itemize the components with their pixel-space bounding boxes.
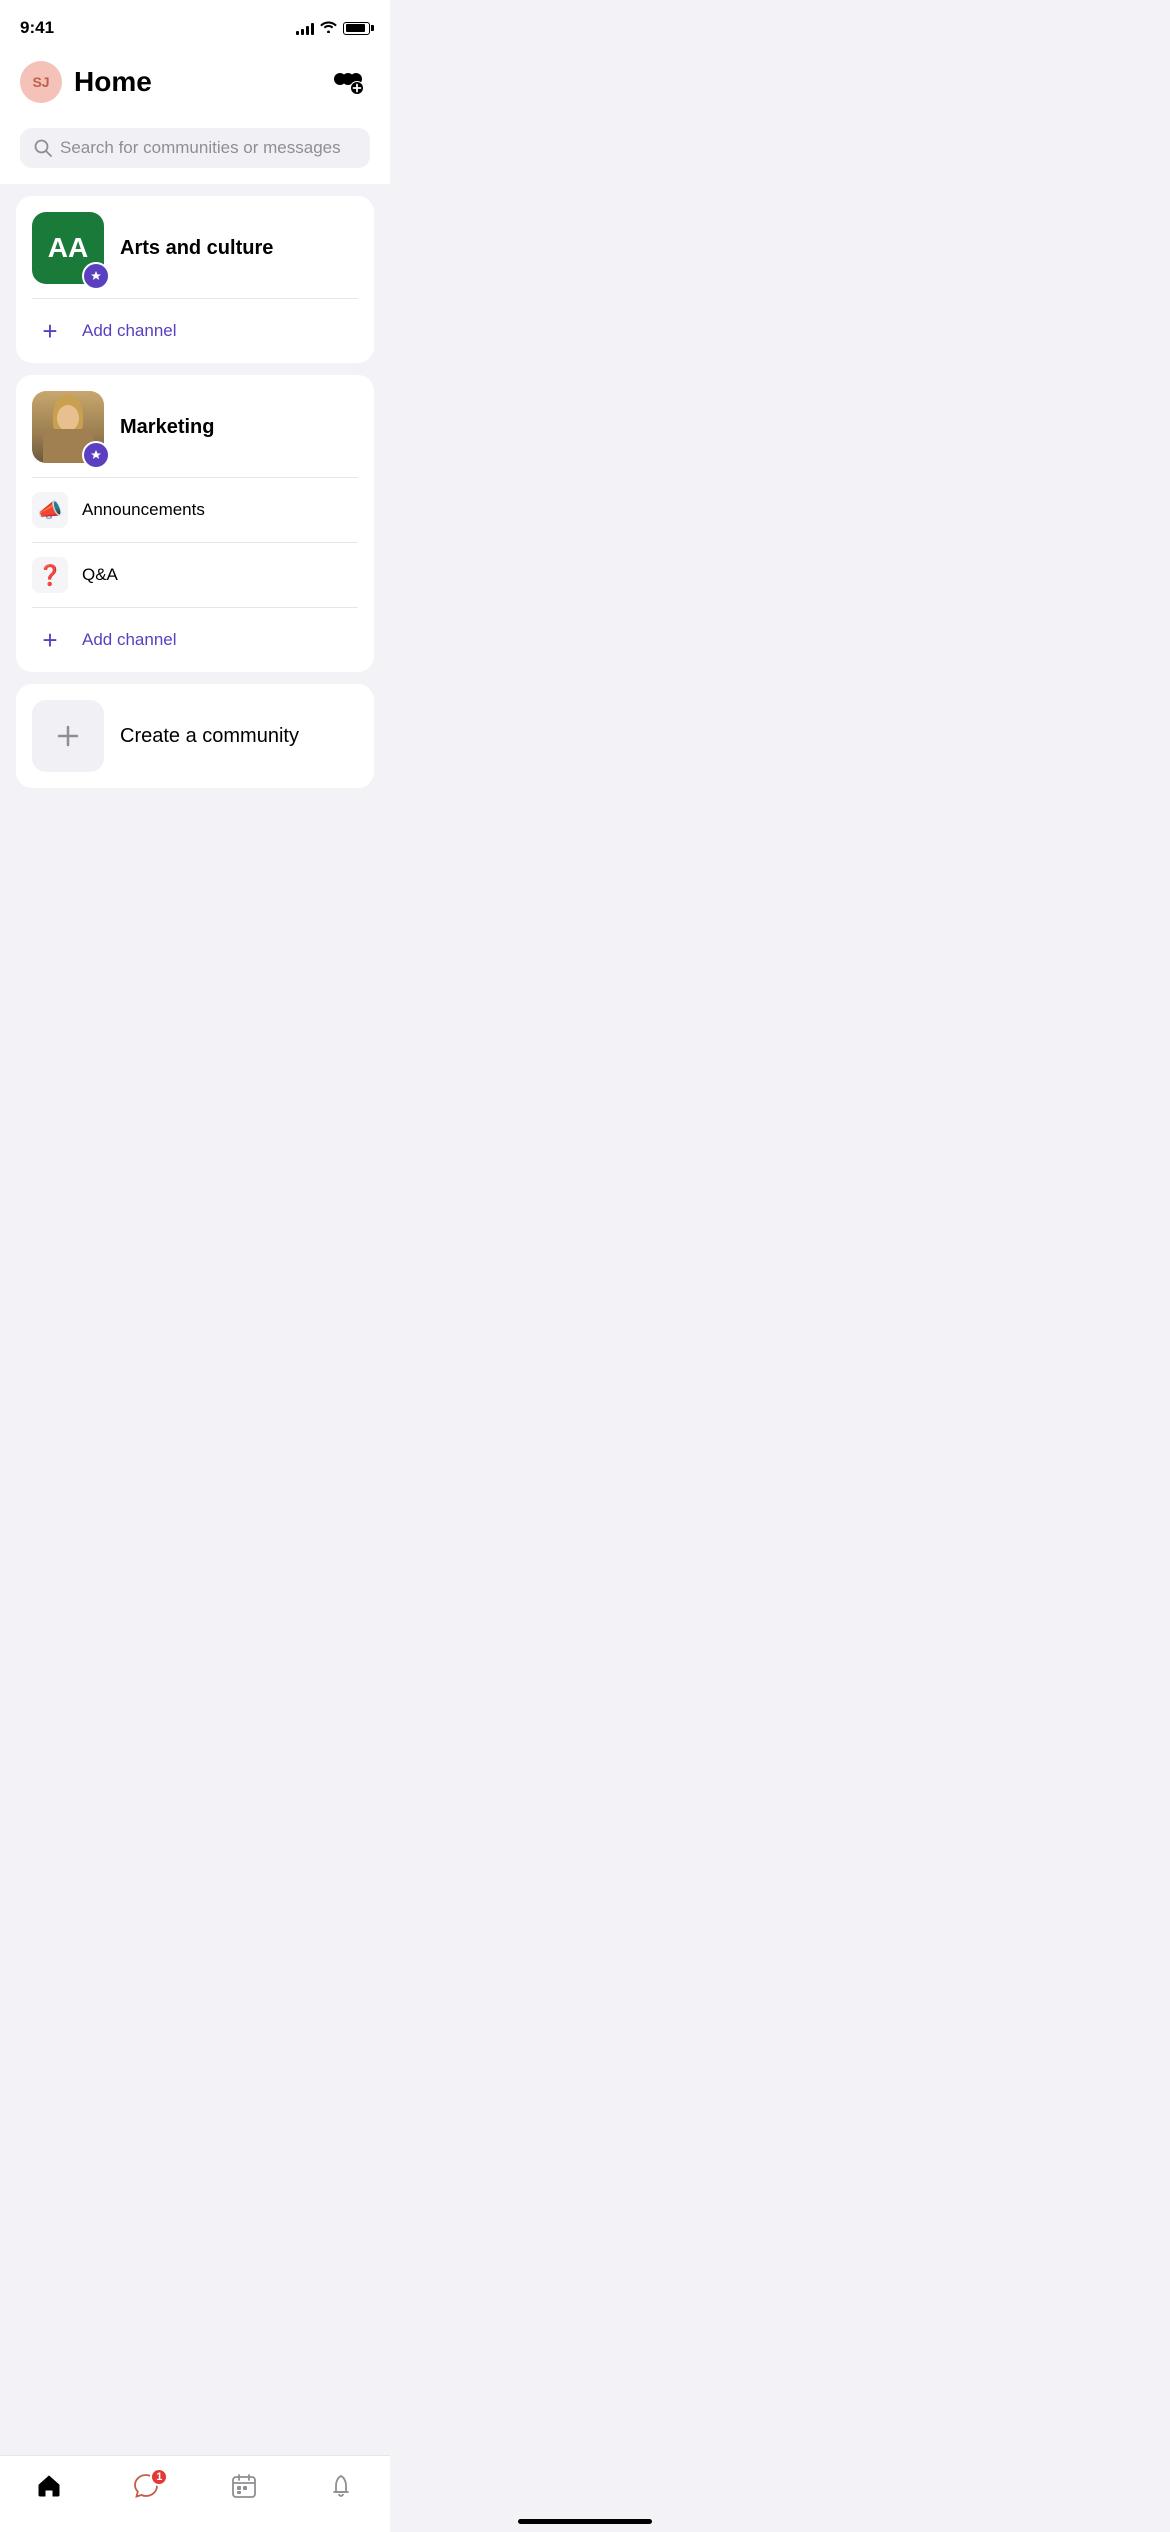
badge-icon [88,268,104,284]
marketing-name: Marketing [120,416,214,439]
badge-icon [88,447,104,463]
search-bar: Search for communities or messages [0,120,390,184]
search-placeholder: Search for communities or messages [60,138,341,158]
qanda-icon: ❓ [32,557,68,593]
create-community-icon [32,700,104,772]
nav-item-home[interactable] [15,2468,83,2504]
updates-icon [230,2472,258,2500]
messages-badge: 1 [150,2468,168,2486]
create-plus-icon [53,721,83,751]
add-channel-plus-icon: + [32,313,68,349]
community-card-arts-culture[interactable]: AA Arts and culture + Add channel [16,196,374,363]
home-indicator [518,2519,652,2524]
create-community-label: Create a community [120,725,299,748]
new-community-button[interactable] [326,60,370,104]
header-left: SJ Home [20,61,152,103]
community-logo-arts: AA [32,212,104,284]
wifi-icon [320,20,337,36]
home-icon [35,2472,63,2500]
add-channel-marketing-label: Add channel [82,630,177,650]
community-card-marketing[interactable]: Marketing 📣 Announcements ❓ Q&A + Add ch… [16,375,374,672]
channel-item-announcements[interactable]: 📣 Announcements [16,478,374,542]
page-title: Home [74,66,152,98]
bottom-nav: 1 [0,2455,390,2532]
add-channel-arts[interactable]: + Add channel [16,299,374,363]
community-logo-marketing [32,391,104,463]
avatar[interactable]: SJ [20,61,62,103]
announcements-icon: 📣 [32,492,68,528]
nav-item-notifications[interactable] [307,2468,375,2504]
add-community-icon [330,68,366,96]
community-header-arts: AA Arts and culture [16,196,374,298]
community-badge-arts [82,262,110,290]
signal-icon [296,21,314,35]
channel-item-qanda[interactable]: ❓ Q&A [16,543,374,607]
nav-item-messages[interactable]: 1 [112,2468,180,2504]
announcements-name: Announcements [82,500,205,520]
add-channel-arts-label: Add channel [82,321,177,341]
search-input-wrapper[interactable]: Search for communities or messages [20,128,370,168]
arts-culture-name: Arts and culture [120,237,273,260]
status-icons [296,20,370,36]
add-channel-marketing-plus-icon: + [32,622,68,658]
community-header-marketing: Marketing [16,375,374,477]
header: SJ Home [0,50,390,120]
content-area: AA Arts and culture + Add channel [0,184,390,800]
search-icon [34,139,52,157]
create-community-card[interactable]: Create a community [16,684,374,788]
status-bar: 9:41 [0,0,390,50]
qanda-name: Q&A [82,565,118,585]
battery-icon [343,22,370,35]
bell-icon [327,2472,355,2500]
community-badge-marketing [82,441,110,469]
status-time: 9:41 [20,18,54,38]
add-channel-marketing[interactable]: + Add channel [16,608,374,672]
nav-item-updates[interactable] [210,2468,278,2504]
